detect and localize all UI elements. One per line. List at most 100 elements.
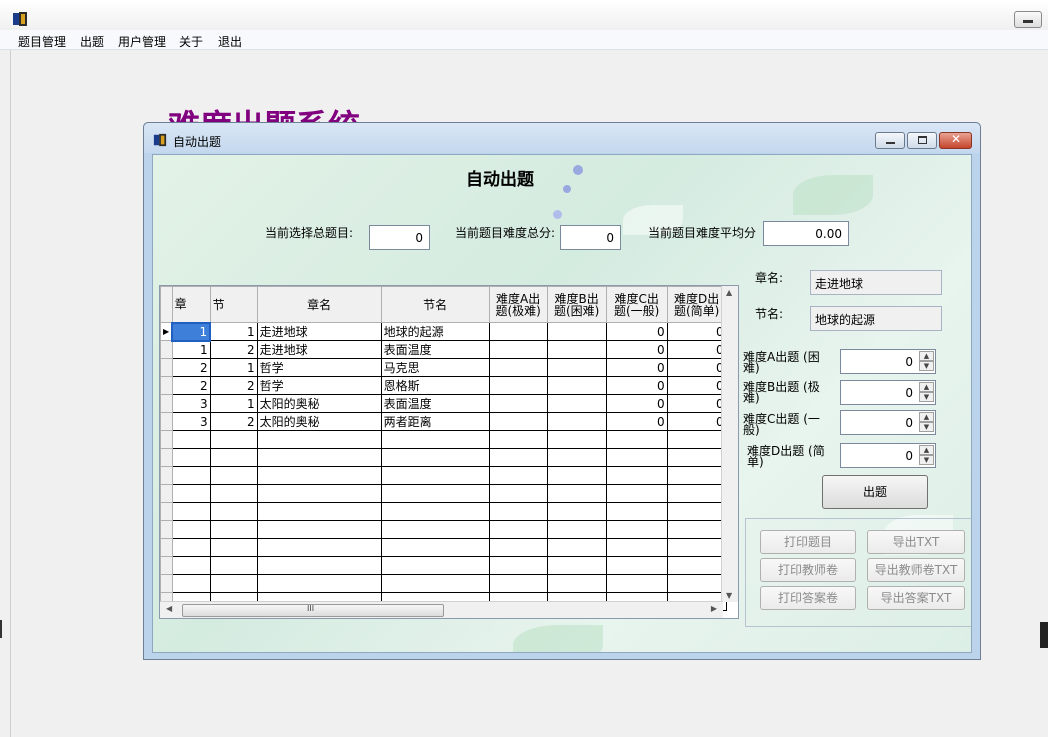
question-grid[interactable]: 章 节 章名 节名 难度A出题(极难) 难度B出题(困难) 难度C出题(一般) … [159,285,739,619]
cell-difficulty-d[interactable]: 0 [666,376,727,395]
cell-section[interactable]: 1 [209,322,258,341]
spin-up-icon[interactable]: ▲ [919,351,934,361]
difficulty-c-spinner[interactable]: 0 ▲ ▼ [840,410,936,435]
cell-difficulty-a[interactable] [488,340,548,359]
menu-generate[interactable]: 出题 [80,33,104,50]
dialog-title-bar[interactable]: 自动出题 ✕ [144,123,980,153]
cell-chapter-name[interactable]: 太阳的奥秘 [256,412,382,431]
empty-row[interactable] [160,430,727,449]
cell-difficulty-c[interactable]: 0 [605,394,668,413]
cell-difficulty-b[interactable] [546,394,607,413]
dialog-maximize-button[interactable] [907,132,937,149]
col-header-difficulty-c[interactable]: 难度C出题(一般) [605,286,668,323]
grid-horizontal-scrollbar[interactable]: ◀ III ▶ [160,601,723,618]
cell-chapter[interactable]: 2 [171,376,211,395]
cell-difficulty-d[interactable]: 0 [666,322,727,341]
cell-chapter[interactable]: 1 [171,340,211,359]
difficulty-b-spinner[interactable]: 0 ▲ ▼ [840,380,936,405]
menu-user-management[interactable]: 用户管理 [118,33,166,50]
table-row[interactable]: 3 1 太阳的奥秘 表面温度 0 0 [160,394,727,413]
table-row[interactable]: 1 2 走进地球 表面温度 0 0 [160,340,727,359]
menu-about[interactable]: 关于 [179,33,203,50]
difficulty-a-spinner[interactable]: 0 ▲ ▼ [840,349,936,374]
cell-difficulty-d[interactable]: 0 [666,412,727,431]
menu-exit[interactable]: 退出 [218,33,242,50]
cell-difficulty-d[interactable]: 0 [666,340,727,359]
cell-chapter[interactable]: 2 [171,358,211,377]
spin-up-icon[interactable]: ▲ [919,412,934,422]
difficulty-sum-field[interactable]: 0 [560,225,621,250]
col-header-difficulty-d[interactable]: 难度D出题(简单) [666,286,727,323]
cell-difficulty-d[interactable]: 0 [666,358,727,377]
chapter-field[interactable]: 走进地球 [810,270,942,295]
cell-difficulty-b[interactable] [546,412,607,431]
col-header-section-name[interactable]: 节名 [380,286,490,323]
cell-difficulty-c[interactable]: 0 [605,376,668,395]
cell-difficulty-a[interactable] [488,412,548,431]
print-questions-button[interactable]: 打印题目 [760,530,856,554]
cell-section-name[interactable]: 两者距离 [380,412,490,431]
cell-difficulty-a[interactable] [488,394,548,413]
cell-chapter-name[interactable]: 哲学 [256,376,382,395]
cell-chapter-name[interactable]: 走进地球 [256,340,382,359]
cell-section[interactable]: 2 [209,376,258,395]
spin-up-icon[interactable]: ▲ [919,445,934,455]
cell-difficulty-b[interactable] [546,340,607,359]
export-txt-button[interactable]: 导出TXT [867,530,965,554]
cell-chapter-name[interactable]: 太阳的奥秘 [256,394,382,413]
empty-row[interactable] [160,556,727,575]
dialog-minimize-button[interactable] [875,132,905,149]
cell-chapter[interactable]: 3 [171,394,211,413]
scroll-left-icon[interactable]: ◀ [166,604,172,613]
difficulty-d-spinner[interactable]: 0 ▲ ▼ [840,443,936,468]
export-answer-txt-button[interactable]: 导出答案TXT [867,586,965,610]
cell-difficulty-c[interactable]: 0 [605,412,668,431]
cell-difficulty-c[interactable]: 0 [605,322,668,341]
spin-down-icon[interactable]: ▼ [919,422,934,432]
spin-down-icon[interactable]: ▼ [919,455,934,465]
scroll-right-icon[interactable]: ▶ [711,604,717,613]
cell-difficulty-b[interactable] [546,376,607,395]
menu-question-management[interactable]: 题目管理 [18,33,66,50]
empty-row[interactable] [160,520,727,539]
table-row[interactable]: 2 2 哲学 恩格斯 0 0 [160,376,727,395]
cell-chapter[interactable]: 3 [171,412,211,431]
empty-row[interactable] [160,484,727,503]
cell-section-name[interactable]: 表面温度 [380,394,490,413]
print-answer-paper-button[interactable]: 打印答案卷 [760,586,856,610]
cell-section-name[interactable]: 地球的起源 [380,322,490,341]
col-header-chapter-name[interactable]: 章名 [256,286,382,323]
section-field[interactable]: 地球的起源 [810,306,942,331]
grid-vertical-scrollbar[interactable]: ▲ ▼ [721,286,738,602]
table-row[interactable]: ▶ 1 1 走进地球 地球的起源 0 0 [160,321,727,342]
empty-row[interactable] [160,448,727,467]
total-field[interactable]: 0 [369,225,430,250]
cell-section[interactable]: 1 [209,358,258,377]
cell-difficulty-a[interactable] [488,322,548,341]
cell-section-name[interactable]: 表面温度 [380,340,490,359]
cell-difficulty-c[interactable]: 0 [605,358,668,377]
cell-chapter-name[interactable]: 走进地球 [256,322,382,341]
spin-down-icon[interactable]: ▼ [919,392,934,402]
cell-chapter[interactable]: 1 [171,321,212,342]
cell-difficulty-b[interactable] [546,358,607,377]
empty-row[interactable] [160,502,727,521]
cell-difficulty-c[interactable]: 0 [605,340,668,359]
generate-button[interactable]: 出题 [822,475,928,509]
horizontal-scroll-thumb[interactable]: III [182,604,444,617]
export-teacher-txt-button[interactable]: 导出教师卷TXT [867,558,965,582]
cell-difficulty-a[interactable] [488,358,548,377]
print-teacher-paper-button[interactable]: 打印教师卷 [760,558,856,582]
col-header-section[interactable]: 节 [209,286,258,323]
difficulty-avg-field[interactable]: 0.00 [763,221,849,246]
scroll-up-icon[interactable]: ▲ [726,288,732,297]
spin-down-icon[interactable]: ▼ [919,361,934,371]
cell-difficulty-a[interactable] [488,376,548,395]
col-header-chapter[interactable]: 章 [171,286,211,323]
cell-difficulty-d[interactable]: 0 [666,394,727,413]
table-row[interactable]: 2 1 哲学 马克思 0 0 [160,358,727,377]
dialog-close-button[interactable]: ✕ [939,132,972,149]
spin-up-icon[interactable]: ▲ [919,382,934,392]
cell-section-name[interactable]: 马克思 [380,358,490,377]
scroll-down-icon[interactable]: ▼ [726,591,732,600]
